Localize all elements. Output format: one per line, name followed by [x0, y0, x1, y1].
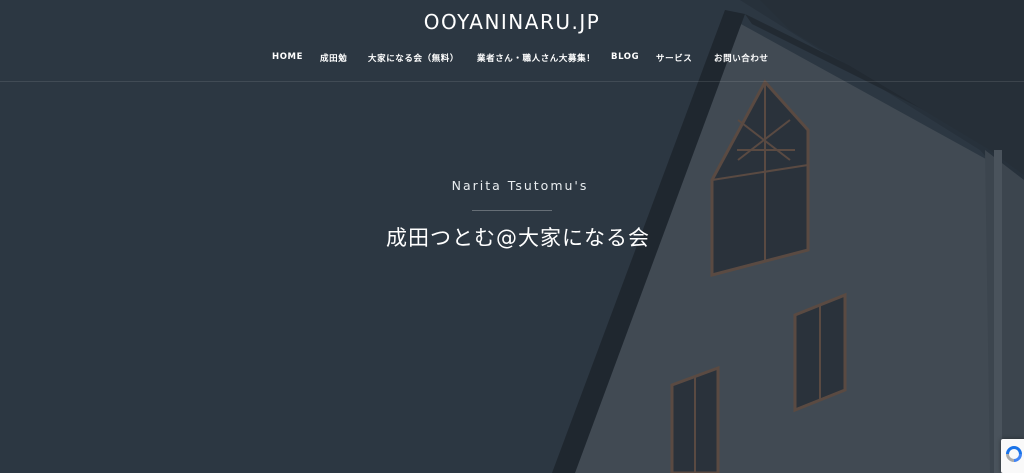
nav-item-recruit[interactable]: 業者さん・職人さん大募集！	[477, 52, 595, 64]
hero-page: OOYANINARU.JP HOME 成田勉 大家になる会（無料） 業者さん・職…	[0, 0, 1024, 473]
nav-item-narita[interactable]: 成田勉	[320, 52, 347, 64]
nav-item-ooya-meeting[interactable]: 大家になる会（無料）	[368, 52, 459, 64]
hero-divider	[472, 210, 552, 211]
site-title[interactable]: OOYANINARU.JP	[0, 10, 1024, 34]
site-header: OOYANINARU.JP HOME 成田勉 大家になる会（無料） 業者さん・職…	[0, 0, 1024, 82]
hero-subtitle: Narita Tsutomu's	[451, 178, 589, 193]
recaptcha-icon	[1006, 446, 1022, 462]
recaptcha-badge[interactable]	[1001, 439, 1024, 473]
hero-title: 成田つとむ@大家になる会	[386, 226, 650, 250]
main-navigation: HOME 成田勉 大家になる会（無料） 業者さん・職人さん大募集！ BLOG サ…	[0, 52, 1024, 66]
nav-item-services[interactable]: サービス	[656, 52, 692, 64]
nav-item-home[interactable]: HOME	[272, 52, 303, 62]
nav-item-contact[interactable]: お問い合わせ	[714, 52, 769, 64]
nav-item-blog[interactable]: BLOG	[611, 52, 639, 62]
